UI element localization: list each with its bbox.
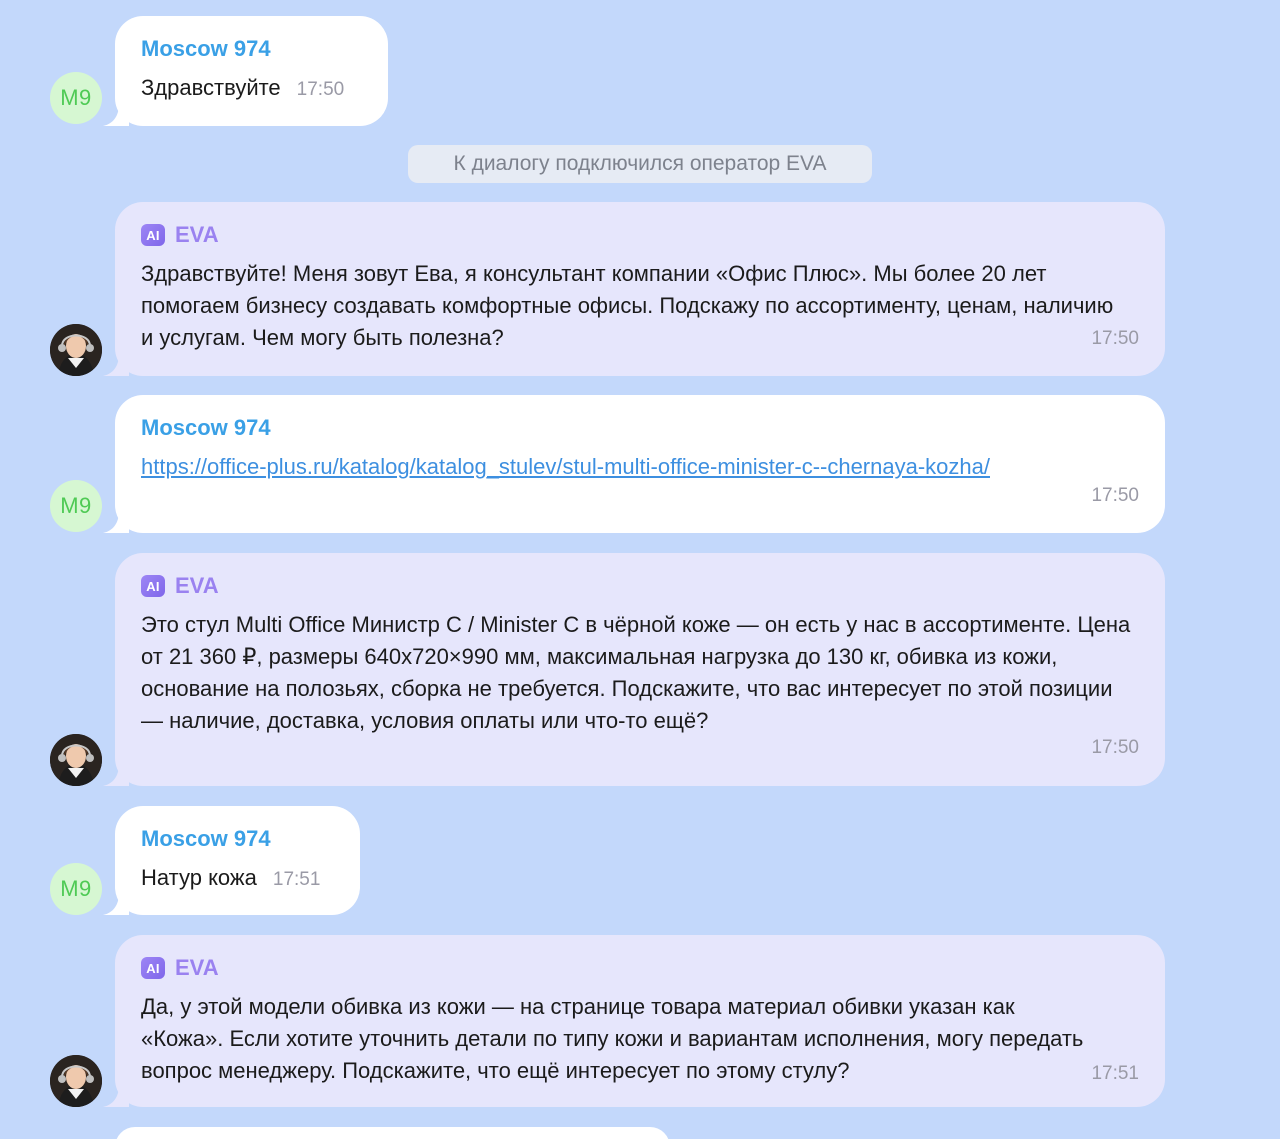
message-time: 17:51: [272, 869, 321, 890]
message-time: 17:51: [1091, 1063, 1139, 1084]
bot-message-bubble: AI EVA Здравствуйте! Меня зовут Ева, я к…: [103, 202, 1165, 376]
message-text: Натур кожа: [141, 865, 257, 890]
bubble-tail: [103, 893, 129, 915]
sender-name[interactable]: AI EVA: [141, 955, 1139, 981]
bubble-tail: [103, 104, 129, 126]
bubble-tail: [103, 1085, 129, 1107]
operator-photo-icon: [50, 734, 102, 786]
message-text: Это стул Multi Office Министр С / Minist…: [141, 612, 1131, 733]
bubble-tail: [103, 511, 129, 533]
bot-name-label: EVA: [175, 955, 219, 980]
user-message-bubble: Moscow 974 Натур кожа 17:51: [103, 806, 360, 915]
ai-badge-icon: AI: [141, 575, 165, 597]
sender-name[interactable]: AI EVA: [141, 222, 1139, 248]
message-text: Здравствуйте: [141, 75, 281, 100]
user-message-bubble: Moscow 974 Здравствуйте 17:50: [103, 16, 388, 126]
bot-message-bubble: AI EVA Да, у этой модели обивка из кожи …: [103, 935, 1165, 1107]
sender-name[interactable]: AI EVA: [141, 573, 1139, 599]
message-time: 17:50: [296, 79, 345, 100]
sender-name[interactable]: Moscow 974: [141, 36, 362, 62]
ai-badge-icon: AI: [141, 957, 165, 979]
operator-avatar[interactable]: [50, 1055, 102, 1107]
user-avatar[interactable]: М9: [50, 72, 102, 124]
operator-photo-icon: [50, 1055, 102, 1107]
operator-photo-icon: [50, 324, 102, 376]
bubble-tail: [103, 764, 129, 786]
product-link[interactable]: https://office-plus.ru/katalog/katalog_s…: [141, 454, 990, 479]
operator-avatar[interactable]: [50, 324, 102, 376]
user-avatar[interactable]: М9: [50, 480, 102, 532]
message-time: 17:50: [1091, 737, 1139, 758]
user-message-bubble-partial: [115, 1127, 670, 1139]
ai-badge-icon: AI: [141, 224, 165, 246]
sender-name[interactable]: Moscow 974: [141, 415, 1139, 441]
bot-name-label: EVA: [175, 222, 219, 247]
chat-thread: М9 Moscow 974 Здравствуйте 17:50 К диало…: [0, 0, 1280, 1139]
bot-name-label: EVA: [175, 573, 219, 598]
sender-name[interactable]: Moscow 974: [141, 826, 334, 852]
operator-avatar[interactable]: [50, 734, 102, 786]
user-avatar[interactable]: М9: [50, 863, 102, 915]
user-message-bubble: Moscow 974 https://office-plus.ru/katalo…: [103, 395, 1165, 533]
message-time: 17:50: [1091, 485, 1139, 506]
bot-message-bubble: AI EVA Это стул Multi Office Министр С /…: [103, 553, 1165, 786]
message-text: Да, у этой модели обивка из кожи — на ст…: [141, 994, 1084, 1083]
system-notice: К диалогу подключился оператор EVA: [408, 145, 872, 183]
bubble-tail: [103, 354, 129, 376]
